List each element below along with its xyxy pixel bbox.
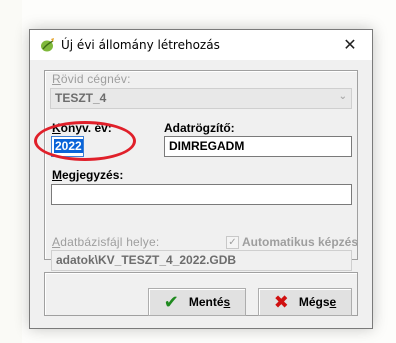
highlight-ellipse — [34, 121, 136, 161]
cancel-label: Mégse — [298, 295, 337, 309]
note-label: Megjegyzés: — [52, 168, 124, 182]
recorder-label: Adatrögzítő: — [164, 121, 235, 135]
recorder-value: DIMREGADM — [169, 139, 245, 153]
auto-create-label: Automatikus képzés — [242, 235, 359, 249]
recorder-field[interactable]: DIMREGADM — [164, 136, 352, 157]
short-company-value: TESZT_4 — [55, 91, 107, 105]
short-company-label: Rövid cégnév: — [52, 72, 131, 86]
save-button[interactable]: ✔ Mentés — [148, 288, 246, 316]
leaf-icon — [40, 37, 56, 53]
cancel-button[interactable]: ✖ Mégse — [258, 288, 352, 316]
close-button[interactable]: ✕ — [328, 30, 372, 60]
save-label: Mentés — [188, 295, 231, 309]
checkmark-icon: ✓ — [226, 235, 239, 249]
close-icon: ✖ — [273, 292, 289, 312]
new-year-dialog: Új évi állomány létrehozás ✕ Rövid cégné… — [29, 29, 373, 329]
db-path-value: adatok\KV_TESZT_4_2022.GDB — [56, 253, 237, 267]
short-company-combo[interactable]: TESZT_4 ⌄ — [50, 88, 352, 109]
background-strip — [0, 0, 22, 343]
db-path-field: adatok\KV_TESZT_4_2022.GDB — [51, 250, 352, 271]
note-input[interactable] — [51, 184, 352, 205]
db-path-label: Adatbázisfájl helye: — [52, 235, 160, 249]
window-title: Új évi állomány létrehozás — [61, 38, 220, 52]
auto-create-checkbox[interactable]: ✓ Automatikus képzés — [226, 235, 358, 249]
title-bar[interactable]: Új évi állomány létrehozás ✕ — [30, 30, 372, 60]
check-icon: ✔ — [163, 292, 179, 312]
chevron-down-icon: ⌄ — [338, 91, 347, 102]
